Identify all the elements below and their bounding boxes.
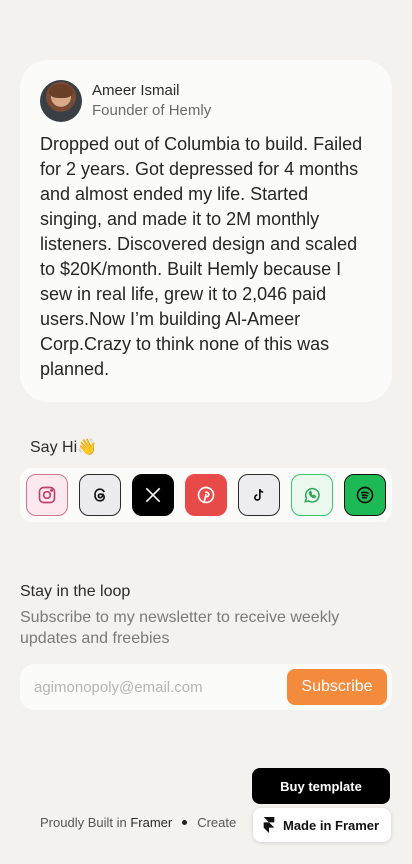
separator-dot (182, 820, 188, 826)
social-links (20, 468, 392, 522)
wave-emoji: 👋 (77, 439, 98, 456)
threads-icon (94, 488, 106, 502)
footer-credits: Proudly Built in Framer Create (40, 815, 236, 830)
tiktok-link[interactable] (238, 474, 280, 516)
email-input[interactable] (34, 678, 287, 696)
instagram-link[interactable] (26, 474, 68, 516)
spotify-icon (356, 486, 374, 504)
profile-name: Ameer Ismail (92, 82, 180, 99)
say-hi-label: Say Hi (30, 439, 78, 456)
x-icon (145, 487, 161, 503)
made-in-framer-badge[interactable]: Made in Framer (253, 808, 391, 842)
pinterest-icon (197, 486, 215, 504)
profile-role: Founder of Hemly (92, 102, 212, 119)
profile-bio: Dropped out of Columbia to build. Failed… (40, 134, 363, 379)
built-in-label: Proudly Built in (40, 815, 131, 830)
subscribe-button[interactable]: Subscribe (287, 669, 387, 705)
made-in-framer-label: Made in Framer (283, 817, 380, 833)
x-link[interactable] (132, 474, 174, 516)
whatsapp-link[interactable] (291, 474, 333, 516)
spotify-link[interactable] (344, 474, 386, 516)
buy-template-button[interactable]: Buy template (252, 768, 390, 804)
say-hi-heading: Say Hi👋 (30, 437, 97, 457)
instagram-icon (38, 486, 56, 504)
newsletter-description: Subscribe to my newsletter to receive we… (20, 609, 340, 647)
profile-info: Ameer Ismail Founder of Hemly (92, 81, 211, 121)
threads-link[interactable] (79, 474, 121, 516)
pinterest-link[interactable] (185, 474, 227, 516)
avatar (40, 80, 82, 122)
newsletter-form: Subscribe (20, 664, 392, 710)
whatsapp-icon (304, 487, 320, 503)
tiktok-icon (254, 488, 264, 501)
framer-logo-icon (263, 817, 275, 833)
newsletter-title: Stay in the loop (20, 583, 131, 600)
profile-header: Ameer Ismail Founder of Hemly (40, 80, 372, 122)
profile-card: Ameer Ismail Founder of Hemly Dropped ou… (20, 60, 392, 402)
created-label: Create (197, 815, 237, 830)
built-in-brand: Framer (130, 815, 173, 830)
